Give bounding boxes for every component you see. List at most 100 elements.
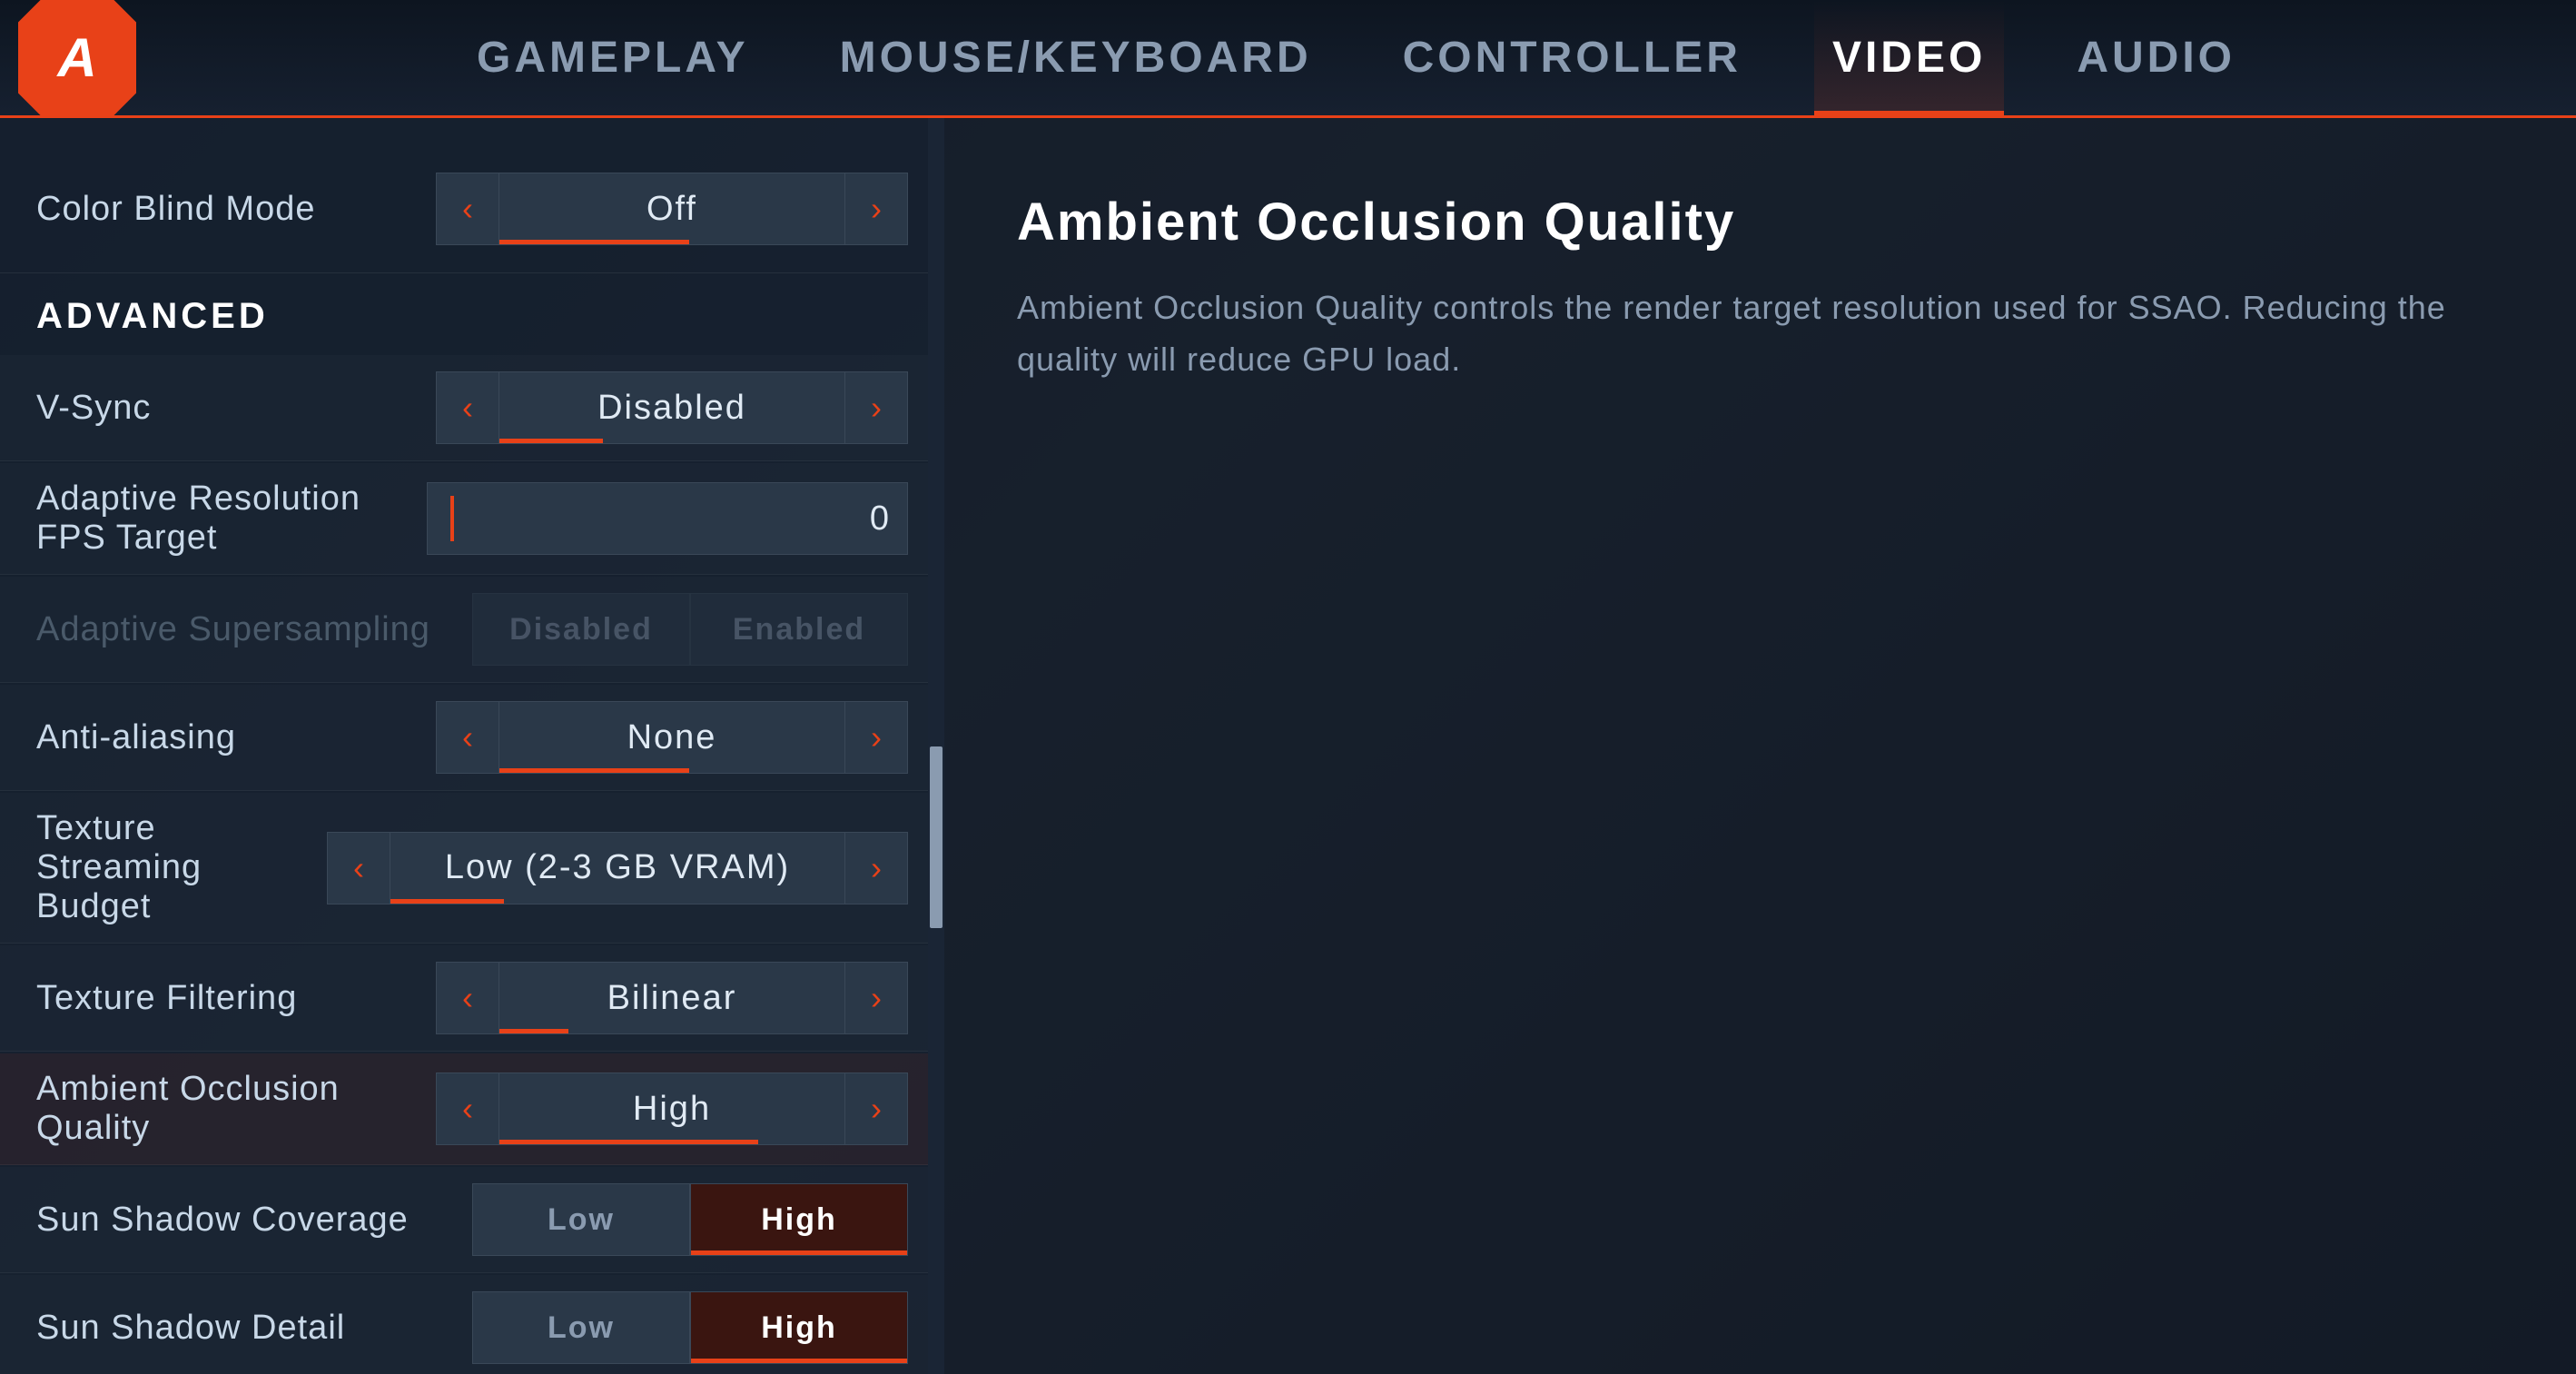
- texture-filtering-bar: [499, 1029, 568, 1033]
- chevron-right-icon: ›: [871, 1090, 882, 1128]
- chevron-left-icon: ‹: [353, 849, 364, 887]
- fps-value: 0: [870, 499, 889, 539]
- adaptive-supersampling-row: Adaptive Supersampling Disabled Enabled: [0, 577, 944, 683]
- color-blind-row: Color Blind Mode ‹ Off ›: [0, 145, 944, 273]
- texture-filtering-selector: ‹ Bilinear ›: [436, 962, 908, 1034]
- top-navigation: A GAMEPLAY MOUSE/KEYBOARD CONTROLLER VID…: [0, 0, 2576, 118]
- tab-audio[interactable]: AUDIO: [2058, 0, 2254, 115]
- color-blind-value: Off: [499, 173, 844, 245]
- chevron-left-icon: ‹: [462, 718, 473, 756]
- scrollbar[interactable]: [928, 118, 944, 1374]
- texture-filtering-label: Texture Filtering: [36, 979, 436, 1018]
- chevron-right-icon: ›: [871, 849, 882, 887]
- texture-streaming-value-text: Low (2-3 GB VRAM): [445, 848, 790, 887]
- texture-filtering-value-text: Bilinear: [607, 979, 737, 1018]
- chevron-right-icon: ›: [871, 389, 882, 427]
- chevron-right-icon: ›: [871, 190, 882, 228]
- chevron-left-icon: ‹: [462, 979, 473, 1017]
- sun-shadow-detail-high-btn[interactable]: High: [690, 1291, 908, 1364]
- apex-logo-text: A: [57, 26, 96, 89]
- sun-shadow-detail-low-btn[interactable]: Low: [472, 1291, 690, 1364]
- fps-cursor: [450, 496, 454, 541]
- chevron-left-icon: ‹: [462, 190, 473, 228]
- vsync-prev-btn[interactable]: ‹: [436, 371, 499, 444]
- sun-shadow-coverage-toggle: Low High: [472, 1183, 908, 1256]
- color-blind-selector: ‹ Off ›: [436, 173, 908, 245]
- sun-shadow-detail-low-label: Low: [548, 1310, 615, 1346]
- vsync-next-btn[interactable]: ›: [844, 371, 908, 444]
- sun-shadow-detail-row: Sun Shadow Detail Low High: [0, 1275, 944, 1374]
- vsync-label: V-Sync: [36, 389, 436, 428]
- chevron-right-icon: ›: [871, 718, 882, 756]
- anti-aliasing-selector: ‹ None ›: [436, 701, 908, 774]
- info-title: Ambient Occlusion Quality: [1017, 191, 2503, 254]
- toggle-enabled-label: Enabled: [733, 612, 865, 647]
- sun-shadow-detail-high-label: High: [761, 1310, 837, 1346]
- main-content: Color Blind Mode ‹ Off › ADVANCED: [0, 118, 2576, 1374]
- color-blind-bar: [499, 240, 689, 244]
- texture-streaming-bar: [390, 899, 504, 904]
- info-panel: Ambient Occlusion Quality Ambient Occlus…: [944, 118, 2576, 1374]
- adaptive-supersampling-toggle: Disabled Enabled: [472, 593, 908, 666]
- anti-aliasing-label: Anti-aliasing: [36, 718, 436, 757]
- nav-tabs: GAMEPLAY MOUSE/KEYBOARD CONTROLLER VIDEO…: [136, 0, 2576, 115]
- adaptive-supersampling-enabled-btn: Enabled: [690, 593, 908, 666]
- anti-aliasing-prev-btn[interactable]: ‹: [436, 701, 499, 774]
- texture-filtering-next-btn[interactable]: ›: [844, 962, 908, 1034]
- sun-shadow-coverage-high-btn[interactable]: High: [690, 1183, 908, 1256]
- anti-aliasing-value-text: None: [627, 718, 717, 757]
- tab-gameplay[interactable]: GAMEPLAY: [459, 0, 767, 115]
- texture-filtering-value: Bilinear: [499, 962, 844, 1034]
- apex-logo: A: [18, 0, 136, 117]
- color-blind-next-btn[interactable]: ›: [844, 173, 908, 245]
- anti-aliasing-value: None: [499, 701, 844, 774]
- anti-aliasing-next-btn[interactable]: ›: [844, 701, 908, 774]
- color-blind-prev-btn[interactable]: ‹: [436, 173, 499, 245]
- scrollbar-thumb[interactable]: [930, 746, 943, 928]
- fps-wrapper: 0: [427, 482, 908, 555]
- ambient-occlusion-prev-btn[interactable]: ‹: [436, 1073, 499, 1145]
- fps-input-box[interactable]: 0: [427, 482, 908, 555]
- ambient-occlusion-value-text: High: [633, 1090, 711, 1129]
- sun-shadow-coverage-row: Sun Shadow Coverage Low High: [0, 1167, 944, 1273]
- settings-panel: Color Blind Mode ‹ Off › ADVANCED: [0, 118, 944, 1374]
- advanced-section-header: ADVANCED: [0, 278, 944, 355]
- vsync-value-text: Disabled: [597, 389, 746, 428]
- anti-aliasing-row: Anti-aliasing ‹ None ›: [0, 685, 944, 791]
- tab-controller[interactable]: CONTROLLER: [1385, 0, 1760, 115]
- texture-streaming-label: Texture Streaming Budget: [36, 809, 327, 926]
- info-description: Ambient Occlusion Quality controls the r…: [1017, 282, 2503, 386]
- vsync-bar: [499, 439, 603, 443]
- texture-streaming-prev-btn[interactable]: ‹: [327, 832, 390, 904]
- texture-streaming-next-btn[interactable]: ›: [844, 832, 908, 904]
- chevron-right-icon: ›: [871, 979, 882, 1017]
- ambient-occlusion-row: Ambient Occlusion Quality ‹ High ›: [0, 1053, 944, 1165]
- chevron-left-icon: ‹: [462, 389, 473, 427]
- vsync-value: Disabled: [499, 371, 844, 444]
- tab-video[interactable]: VIDEO: [1814, 0, 2004, 115]
- ambient-occlusion-value: High: [499, 1073, 844, 1145]
- adaptive-resolution-row: Adaptive Resolution FPS Target 0: [0, 463, 944, 575]
- sun-shadow-detail-toggle: Low High: [472, 1291, 908, 1364]
- ambient-occlusion-next-btn[interactable]: ›: [844, 1073, 908, 1145]
- settings-content: Color Blind Mode ‹ Off › ADVANCED: [0, 145, 944, 1374]
- adaptive-supersampling-disabled-btn: Disabled: [472, 593, 690, 666]
- adaptive-resolution-label: Adaptive Resolution FPS Target: [36, 479, 427, 558]
- texture-streaming-value: Low (2-3 GB VRAM): [390, 832, 844, 904]
- adaptive-supersampling-label: Adaptive Supersampling: [36, 610, 472, 649]
- ambient-occlusion-label: Ambient Occlusion Quality: [36, 1070, 436, 1148]
- toggle-disabled-label: Disabled: [509, 612, 653, 647]
- vsync-row: V-Sync ‹ Disabled ›: [0, 355, 944, 461]
- color-blind-value-text: Off: [646, 190, 697, 229]
- ambient-occlusion-selector: ‹ High ›: [436, 1073, 908, 1145]
- sun-shadow-detail-label: Sun Shadow Detail: [36, 1309, 472, 1348]
- sun-shadow-coverage-label: Sun Shadow Coverage: [36, 1201, 472, 1240]
- texture-streaming-selector: ‹ Low (2-3 GB VRAM) ›: [327, 832, 908, 904]
- chevron-left-icon: ‹: [462, 1090, 473, 1128]
- sun-shadow-coverage-low-btn[interactable]: Low: [472, 1183, 690, 1256]
- texture-filtering-prev-btn[interactable]: ‹: [436, 962, 499, 1034]
- sun-shadow-coverage-low-label: Low: [548, 1202, 615, 1238]
- texture-filtering-row: Texture Filtering ‹ Bilinear ›: [0, 945, 944, 1052]
- tab-mouse-keyboard[interactable]: MOUSE/KEYBOARD: [822, 0, 1330, 115]
- sun-shadow-coverage-high-label: High: [761, 1202, 837, 1238]
